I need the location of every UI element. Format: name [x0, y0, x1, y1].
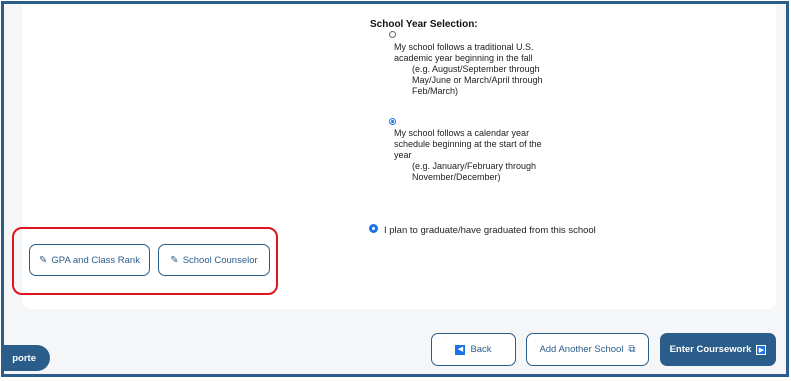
radio-calendar-year[interactable] — [389, 118, 396, 125]
gpa-button-label: GPA and Class Rank — [51, 254, 140, 266]
add-another-school-button[interactable]: Add Another School ⧉ — [526, 333, 649, 366]
enter-coursework-label: Enter Coursework — [669, 344, 752, 355]
option-traditional-line: academic year beginning in the fall — [394, 53, 533, 63]
chevron-right-icon: ▶ — [756, 344, 767, 355]
radio-graduate[interactable] — [369, 224, 378, 233]
app-frame: School Year Selection: My school follows… — [1, 1, 789, 377]
enter-coursework-button[interactable]: Enter Coursework ▶ — [660, 333, 776, 366]
chevron-left-icon: ◀ — [455, 344, 466, 355]
option-calendar-line: year — [394, 150, 412, 160]
example-line: November/December) — [412, 172, 501, 182]
example-line: May/June or March/April through — [412, 75, 543, 85]
edit-icon: ✎ — [39, 254, 48, 266]
edit-icon: ✎ — [170, 254, 179, 266]
graduate-label: I plan to graduate/have graduated from t… — [384, 225, 596, 236]
option-calendar-line: My school follows a calendar year — [394, 128, 530, 138]
back-button[interactable]: ◀ Back — [431, 333, 516, 366]
option-traditional-line: My school follows a traditional U.S. — [394, 42, 534, 52]
report-button[interactable]: porte — [4, 345, 50, 371]
example-line: (e.g. January/February through — [412, 161, 537, 171]
back-label: Back — [470, 344, 492, 355]
counselor-button-label: School Counselor — [182, 254, 258, 266]
report-label: porte — [12, 352, 36, 364]
gpa-class-rank-button[interactable]: ✎ GPA and Class Rank — [29, 244, 150, 276]
add-school-label: Add Another School — [539, 344, 624, 355]
option-calendar-example: (e.g. January/February through November/… — [412, 161, 536, 183]
school-counselor-button[interactable]: ✎ School Counselor — [158, 244, 270, 276]
option-calendar-line: schedule beginning at the start of the — [394, 139, 542, 149]
example-line: Feb/March) — [412, 86, 459, 96]
option-traditional-example: (e.g. August/September through May/June … — [412, 64, 543, 97]
radio-traditional-year[interactable] — [389, 31, 396, 38]
external-link-icon: ⧉ — [628, 344, 636, 355]
school-year-title: School Year Selection: — [370, 19, 478, 30]
option-traditional-text: My school follows a traditional U.S. aca… — [394, 42, 534, 64]
example-line: (e.g. August/September through — [412, 64, 540, 74]
option-calendar-text: My school follows a calendar year schedu… — [394, 128, 542, 161]
